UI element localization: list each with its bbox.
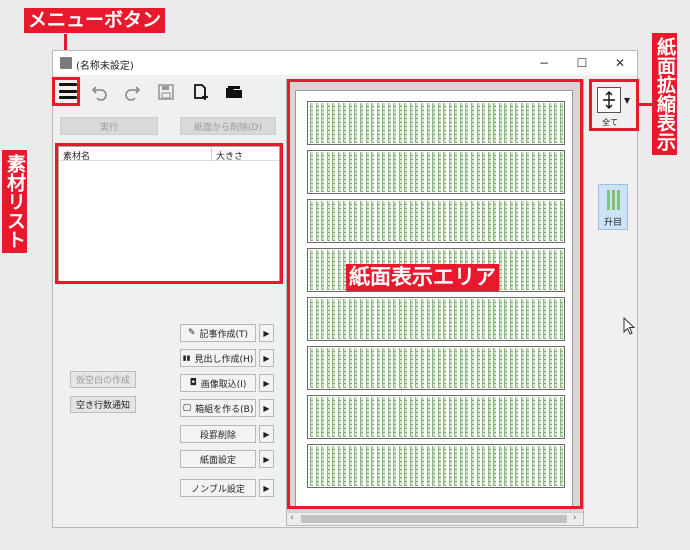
maximize-button[interactable]: ☐ [563, 51, 601, 75]
import-image-button[interactable]: ◘ 画像取込(I) [180, 374, 256, 392]
import-image-dropdown[interactable]: ▶ [259, 374, 274, 392]
create-headline-dropdown[interactable]: ▶ [259, 349, 274, 367]
scroll-right-arrow[interactable]: › [573, 513, 577, 523]
grid-toggle-label: 升目 [603, 218, 622, 228]
annotation-paper-area: 紙面表示エリア [346, 264, 499, 291]
title-bar: (名称未設定) − ☐ ✕ [53, 51, 637, 75]
action-label: 箱組を作る(B) [195, 404, 254, 415]
action-label: 記事作成(T) [199, 329, 249, 340]
camera-icon: ◘ [189, 378, 197, 388]
scroll-left-arrow[interactable]: ‹ [290, 513, 294, 523]
open-folder-icon[interactable] [223, 81, 245, 103]
minimize-button[interactable]: − [525, 51, 563, 75]
execute-button[interactable]: 実行 [60, 117, 158, 135]
mouse-cursor-icon [623, 316, 636, 338]
page-number-settings-dropdown[interactable]: ▶ [259, 479, 274, 497]
app-icon [60, 57, 72, 69]
create-article-dropdown[interactable]: ▶ [259, 324, 274, 342]
page-number-settings-button[interactable]: ノンブル設定 [180, 479, 256, 497]
grid-icon [607, 190, 621, 210]
highlight-paper-area [287, 79, 583, 509]
action-label: 見出し作成(H) [194, 354, 254, 365]
create-article-button[interactable]: ✎ 記事作成(T) [180, 324, 256, 342]
action-label: 画像取込(I) [200, 379, 247, 390]
annotation-menu-button: メニューボタン [24, 8, 166, 33]
horizontal-scrollbar[interactable]: ‹ › [287, 512, 583, 525]
highlight-zoom-control [589, 79, 639, 131]
close-button[interactable]: ✕ [601, 51, 639, 75]
redo-icon[interactable] [121, 81, 143, 103]
delete-column-rule-dropdown[interactable]: ▶ [259, 425, 274, 443]
page-settings-dropdown[interactable]: ▶ [259, 450, 274, 468]
chart-icon: ▮▮ [182, 354, 191, 362]
create-headline-button[interactable]: ▮▮ 見出し作成(H) [180, 349, 256, 367]
highlight-material-list [55, 143, 283, 284]
action-label: 段罫削除 [199, 430, 236, 441]
delete-column-rule-button[interactable]: 段罫削除 [180, 425, 256, 443]
save-icon[interactable] [155, 81, 177, 103]
grid-toggle-button[interactable]: 升目 [598, 184, 628, 230]
empty-lines-notice-button[interactable]: 空き行数通知 [70, 396, 136, 413]
highlight-menu-button [52, 77, 80, 106]
create-box-dropdown[interactable]: ▶ [259, 399, 274, 417]
action-label: ノンブル設定 [191, 484, 245, 495]
page-settings-button[interactable]: 紙面設定 [180, 450, 256, 468]
undo-icon[interactable] [89, 81, 111, 103]
window-title: (名称未設定) [76, 61, 134, 72]
pencil-icon: ✎ [187, 328, 196, 338]
annotation-zoom: 紙面拡縮表示 [652, 33, 677, 155]
action-label: 紙面設定 [199, 455, 236, 466]
create-temp-space-button[interactable]: 仮空白の作成 [70, 371, 136, 388]
box-icon: ▢ [182, 403, 192, 413]
create-box-button[interactable]: ▢ 箱組を作る(B) [180, 399, 256, 417]
annotation-material-list: 素材リスト [2, 150, 27, 253]
new-document-icon[interactable] [190, 81, 212, 103]
scrollbar-thumb[interactable] [301, 515, 567, 523]
delete-from-page-button[interactable]: 紙面から削除(D) [180, 117, 276, 135]
